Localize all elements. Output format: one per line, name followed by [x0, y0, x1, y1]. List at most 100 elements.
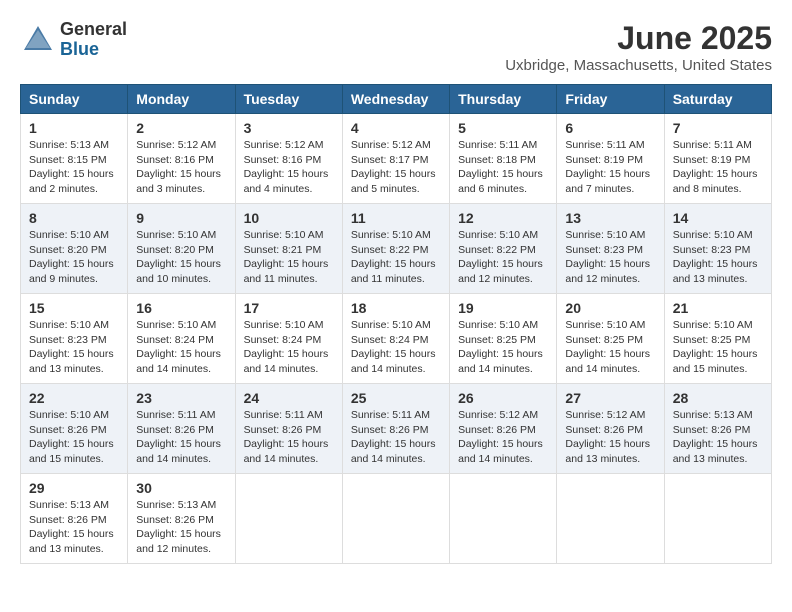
- table-row: 5 Sunrise: 5:11 AMSunset: 8:18 PMDaylight…: [450, 114, 557, 204]
- day-info: Sunrise: 5:13 AMSunset: 8:26 PMDaylight:…: [673, 408, 763, 467]
- day-number: 24: [244, 390, 334, 406]
- table-row: 9 Sunrise: 5:10 AMSunset: 8:20 PMDaylight…: [128, 204, 235, 294]
- day-number: 3: [244, 120, 334, 136]
- day-number: 10: [244, 210, 334, 226]
- day-info: Sunrise: 5:10 AMSunset: 8:25 PMDaylight:…: [565, 318, 655, 377]
- table-row: 16 Sunrise: 5:10 AMSunset: 8:24 PMDayligh…: [128, 294, 235, 384]
- table-row: 1 Sunrise: 5:13 AMSunset: 8:15 PMDaylight…: [21, 114, 128, 204]
- table-row: 24Sunrise: 5:11 AMSunset: 8:26 PMDayligh…: [235, 384, 342, 474]
- day-number: 5: [458, 120, 548, 136]
- logo: General Blue: [20, 20, 127, 60]
- table-row: 22 Sunrise: 5:10 AMSunset: 8:26 PMDayligh…: [21, 384, 128, 474]
- location-title: Uxbridge, Massachusetts, United States: [505, 57, 772, 74]
- day-info: Sunrise: 5:10 AMSunset: 8:20 PMDaylight:…: [136, 228, 226, 287]
- day-info: Sunrise: 5:11 AMSunset: 8:18 PMDaylight:…: [458, 138, 548, 197]
- table-row: 23 Sunrise: 5:11 AMSunset: 8:26 PMDayligh…: [128, 384, 235, 474]
- day-number: 12: [458, 210, 548, 226]
- logo-general-text: General: [60, 20, 127, 40]
- header-sunday: Sunday: [21, 85, 128, 114]
- header-saturday: Saturday: [664, 85, 771, 114]
- header-tuesday: Tuesday: [235, 85, 342, 114]
- day-number: 2: [136, 120, 226, 136]
- calendar-week-row: 22 Sunrise: 5:10 AMSunset: 8:26 PMDayligh…: [21, 384, 772, 474]
- day-number: 29: [29, 480, 119, 496]
- day-number: 13: [565, 210, 655, 226]
- table-row: [664, 474, 771, 564]
- day-info: Sunrise: 5:12 AMSunset: 8:17 PMDaylight:…: [351, 138, 441, 197]
- day-info: Sunrise: 5:10 AMSunset: 8:22 PMDaylight:…: [458, 228, 548, 287]
- table-row: 17 Sunrise: 5:10 AMSunset: 8:24 PMDayligh…: [235, 294, 342, 384]
- day-info: Sunrise: 5:12 AMSunset: 8:26 PMDaylight:…: [458, 408, 548, 467]
- table-row: 20 Sunrise: 5:10 AMSunset: 8:25 PMDayligh…: [557, 294, 664, 384]
- table-row: 30Sunrise: 5:13 AMSunset: 8:26 PMDayligh…: [128, 474, 235, 564]
- day-info: Sunrise: 5:10 AMSunset: 8:21 PMDaylight:…: [244, 228, 334, 287]
- table-row: 3Sunrise: 5:12 AMSunset: 8:16 PMDaylight…: [235, 114, 342, 204]
- day-number: 26: [458, 390, 548, 406]
- day-number: 4: [351, 120, 441, 136]
- table-row: 11Sunrise: 5:10 AMSunset: 8:22 PMDayligh…: [342, 204, 449, 294]
- header-monday: Monday: [128, 85, 235, 114]
- table-row: 14Sunrise: 5:10 AMSunset: 8:23 PMDayligh…: [664, 204, 771, 294]
- table-row: 13Sunrise: 5:10 AMSunset: 8:23 PMDayligh…: [557, 204, 664, 294]
- table-row: 6 Sunrise: 5:11 AMSunset: 8:19 PMDaylight…: [557, 114, 664, 204]
- table-row: [342, 474, 449, 564]
- day-number: 23: [136, 390, 226, 406]
- table-row: 21 Sunrise: 5:10 AMSunset: 8:25 PMDayligh…: [664, 294, 771, 384]
- day-number: 6: [565, 120, 655, 136]
- logo-icon: [20, 22, 56, 58]
- day-info: Sunrise: 5:10 AMSunset: 8:24 PMDaylight:…: [244, 318, 334, 377]
- day-info: Sunrise: 5:10 AMSunset: 8:20 PMDaylight:…: [29, 228, 119, 287]
- day-info: Sunrise: 5:12 AMSunset: 8:26 PMDaylight:…: [565, 408, 655, 467]
- day-number: 28: [673, 390, 763, 406]
- day-info: Sunrise: 5:13 AMSunset: 8:26 PMDaylight:…: [136, 498, 226, 557]
- table-row: 4 Sunrise: 5:12 AMSunset: 8:17 PMDaylight…: [342, 114, 449, 204]
- day-info: Sunrise: 5:11 AMSunset: 8:26 PMDaylight:…: [136, 408, 226, 467]
- day-number: 21: [673, 300, 763, 316]
- day-number: 17: [244, 300, 334, 316]
- day-info: Sunrise: 5:13 AMSunset: 8:26 PMDaylight:…: [29, 498, 119, 557]
- table-row: 2 Sunrise: 5:12 AMSunset: 8:16 PMDaylight…: [128, 114, 235, 204]
- table-row: 12 Sunrise: 5:10 AMSunset: 8:22 PMDayligh…: [450, 204, 557, 294]
- day-info: Sunrise: 5:12 AMSunset: 8:16 PMDaylight:…: [136, 138, 226, 197]
- header-thursday: Thursday: [450, 85, 557, 114]
- table-row: 27Sunrise: 5:12 AMSunset: 8:26 PMDayligh…: [557, 384, 664, 474]
- calendar-week-row: 1 Sunrise: 5:13 AMSunset: 8:15 PMDaylight…: [21, 114, 772, 204]
- page-header: General Blue June 2025 Uxbridge, Massach…: [20, 20, 772, 74]
- calendar-week-row: 29 Sunrise: 5:13 AMSunset: 8:26 PMDayligh…: [21, 474, 772, 564]
- weekday-header-row: Sunday Monday Tuesday Wednesday Thursday…: [21, 85, 772, 114]
- day-info: Sunrise: 5:10 AMSunset: 8:26 PMDaylight:…: [29, 408, 119, 467]
- calendar-table: Sunday Monday Tuesday Wednesday Thursday…: [20, 84, 772, 564]
- day-number: 8: [29, 210, 119, 226]
- day-info: Sunrise: 5:10 AMSunset: 8:23 PMDaylight:…: [29, 318, 119, 377]
- day-info: Sunrise: 5:10 AMSunset: 8:25 PMDaylight:…: [458, 318, 548, 377]
- day-number: 7: [673, 120, 763, 136]
- header-friday: Friday: [557, 85, 664, 114]
- day-info: Sunrise: 5:11 AMSunset: 8:19 PMDaylight:…: [673, 138, 763, 197]
- day-info: Sunrise: 5:10 AMSunset: 8:24 PMDaylight:…: [136, 318, 226, 377]
- day-info: Sunrise: 5:13 AMSunset: 8:15 PMDaylight:…: [29, 138, 119, 197]
- table-row: 15 Sunrise: 5:10 AMSunset: 8:23 PMDayligh…: [21, 294, 128, 384]
- table-row: 19 Sunrise: 5:10 AMSunset: 8:25 PMDayligh…: [450, 294, 557, 384]
- day-number: 19: [458, 300, 548, 316]
- table-row: 28 Sunrise: 5:13 AMSunset: 8:26 PMDayligh…: [664, 384, 771, 474]
- title-area: June 2025 Uxbridge, Massachusetts, Unite…: [505, 20, 772, 74]
- day-number: 22: [29, 390, 119, 406]
- day-number: 16: [136, 300, 226, 316]
- table-row: 18Sunrise: 5:10 AMSunset: 8:24 PMDayligh…: [342, 294, 449, 384]
- day-number: 20: [565, 300, 655, 316]
- day-number: 9: [136, 210, 226, 226]
- month-title: June 2025: [505, 20, 772, 57]
- day-info: Sunrise: 5:10 AMSunset: 8:22 PMDaylight:…: [351, 228, 441, 287]
- day-info: Sunrise: 5:11 AMSunset: 8:26 PMDaylight:…: [351, 408, 441, 467]
- table-row: [235, 474, 342, 564]
- day-info: Sunrise: 5:11 AMSunset: 8:19 PMDaylight:…: [565, 138, 655, 197]
- calendar-week-row: 15 Sunrise: 5:10 AMSunset: 8:23 PMDayligh…: [21, 294, 772, 384]
- day-number: 15: [29, 300, 119, 316]
- header-wednesday: Wednesday: [342, 85, 449, 114]
- day-info: Sunrise: 5:10 AMSunset: 8:23 PMDaylight:…: [673, 228, 763, 287]
- table-row: [557, 474, 664, 564]
- day-number: 18: [351, 300, 441, 316]
- day-info: Sunrise: 5:10 AMSunset: 8:25 PMDaylight:…: [673, 318, 763, 377]
- day-number: 1: [29, 120, 119, 136]
- calendar-week-row: 8 Sunrise: 5:10 AMSunset: 8:20 PMDaylight…: [21, 204, 772, 294]
